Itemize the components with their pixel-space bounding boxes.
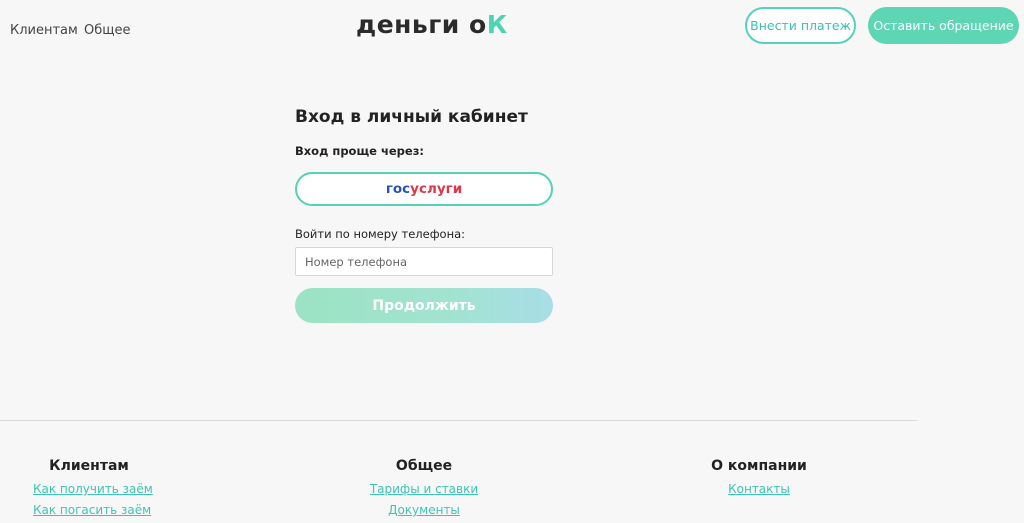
- link-contacts[interactable]: Контакты: [703, 482, 815, 496]
- footer-col-clients: Клиентам Как получить заём Как погасить …: [33, 458, 153, 517]
- logo-k: К: [486, 10, 508, 39]
- gosuslugi-label-part2: услуги: [410, 181, 463, 197]
- link-tariffs-and-rates[interactable]: Тарифы и ставки: [369, 482, 479, 496]
- footer-divider: [0, 420, 917, 421]
- link-how-to-get-loan[interactable]: Как получить заём: [33, 482, 153, 496]
- footer-title-general: Общее: [395, 458, 453, 474]
- logo[interactable]: деньги оК: [356, 10, 508, 39]
- footer-col-general: Общее Тарифы и ставки Документы: [369, 458, 479, 517]
- nav-general[interactable]: Общее: [84, 23, 131, 38]
- page-title: Вход в личный кабинет: [295, 107, 528, 127]
- footer-title-clients: Клиентам: [49, 458, 129, 474]
- phone-input[interactable]: [295, 247, 553, 276]
- header: Клиентам Общее деньги оК Внести платеж О…: [0, 0, 1024, 60]
- footer-title-about: О компании: [711, 458, 807, 474]
- nav-clients[interactable]: Клиентам: [10, 23, 78, 38]
- make-payment-button[interactable]: Внести платеж: [745, 7, 856, 44]
- link-documents[interactable]: Документы: [369, 503, 479, 517]
- easier-via-label: Вход проще через:: [295, 144, 424, 158]
- login-form: Вход в личный кабинет Вход проще через: …: [295, 107, 553, 323]
- link-how-to-repay-loan[interactable]: Как погасить заём: [33, 503, 151, 517]
- logo-o: о: [469, 10, 487, 39]
- phone-label: Войти по номеру телефона:: [295, 227, 466, 241]
- continue-button[interactable]: Продолжить: [295, 288, 553, 323]
- footer-col-about: О компании Контакты: [703, 458, 815, 496]
- leave-appeal-button[interactable]: Оставить обращение: [868, 7, 1019, 44]
- gosuslugi-button[interactable]: гос услуги: [295, 172, 553, 206]
- logo-word: деньги: [356, 10, 460, 39]
- gosuslugi-label-part1: гос: [385, 181, 411, 197]
